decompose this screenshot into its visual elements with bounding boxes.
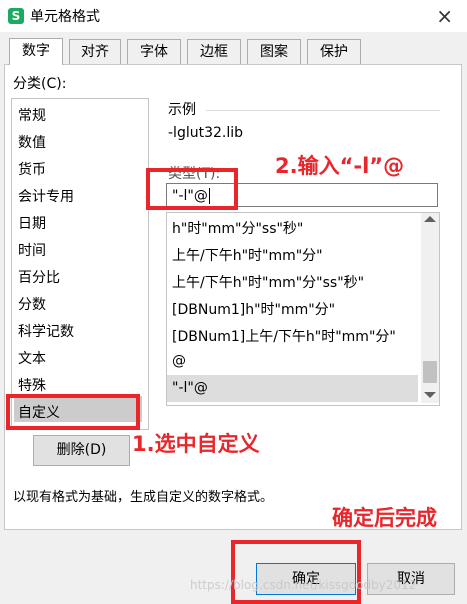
category-item-fraction[interactable]: 分数 <box>18 294 46 314</box>
category-item-text[interactable]: 文本 <box>18 348 46 368</box>
sample-divider <box>206 110 440 111</box>
watermark: https://blog.csdn.net/kissgoodby2012 <box>190 578 417 592</box>
format-item[interactable]: 上午/下午h"时"mm"分"ss"秒" <box>172 272 364 292</box>
title-bar: S 单元格格式 × <box>0 0 467 32</box>
highlight-box-type-input <box>146 168 238 210</box>
annotation-step2: 2.输入“-l”@ <box>275 154 405 178</box>
category-item-accounting[interactable]: 会计专用 <box>18 186 74 206</box>
tab-pattern[interactable]: 图案 <box>247 39 301 64</box>
format-item[interactable]: h"时"mm"分"ss"秒" <box>172 218 303 238</box>
tab-border[interactable]: 边框 <box>187 39 241 64</box>
category-item-scientific[interactable]: 科学记数 <box>18 321 74 341</box>
sample-value: -lglut32.lib <box>168 125 244 141</box>
annotation-step1: 1.选中自定义 <box>132 432 260 456</box>
scroll-down-icon[interactable] <box>424 392 436 398</box>
category-item-time[interactable]: 时间 <box>18 240 46 260</box>
category-item-general[interactable]: 常规 <box>18 105 46 125</box>
category-item-date[interactable]: 日期 <box>18 213 46 233</box>
dialog-title: 单元格格式 <box>30 9 100 25</box>
format-item-selected[interactable]: "-l"@ <box>172 380 208 396</box>
scroll-up-icon[interactable] <box>424 216 436 222</box>
category-item-number[interactable]: 数值 <box>18 132 46 152</box>
highlight-box-ok <box>231 540 361 604</box>
category-item-currency[interactable]: 货币 <box>18 159 46 179</box>
format-list-scrollbar[interactable] <box>421 213 439 403</box>
format-item[interactable]: 上午/下午h"时"mm"分" <box>172 245 323 265</box>
format-item[interactable]: @ <box>172 353 186 369</box>
category-item-percent[interactable]: 百分比 <box>18 267 60 287</box>
sample-label: 示例 <box>168 102 196 118</box>
tab-number[interactable]: 数字 <box>9 38 63 65</box>
spreadsheet-app-icon: S <box>8 8 24 24</box>
delete-button[interactable]: 删除(D) <box>33 435 130 466</box>
format-item[interactable]: [DBNum1]h"时"mm"分" <box>172 299 335 319</box>
tab-alignment[interactable]: 对齐 <box>69 39 121 64</box>
close-icon[interactable]: × <box>436 4 453 28</box>
scroll-thumb[interactable] <box>423 361 437 383</box>
annotation-step3: 确定后完成 <box>332 506 437 530</box>
category-item-special[interactable]: 特殊 <box>18 375 46 395</box>
highlight-box-custom <box>6 394 140 430</box>
category-list[interactable]: 常规 数值 货币 会计专用 日期 时间 百分比 分数 科学记数 文本 特殊 自定… <box>11 98 149 430</box>
format-item[interactable]: [DBNum1]上午/下午h"时"mm"分" <box>172 326 396 346</box>
tab-protection[interactable]: 保护 <box>307 39 361 64</box>
tab-font[interactable]: 字体 <box>127 39 181 64</box>
format-list[interactable]: h"时"mm"分"ss"秒" 上午/下午h"时"mm"分" 上午/下午h"时"m… <box>166 212 440 406</box>
category-label: 分类(C): <box>13 76 67 92</box>
description-text: 以现有格式为基础，生成自定义的数字格式。 <box>13 490 274 505</box>
